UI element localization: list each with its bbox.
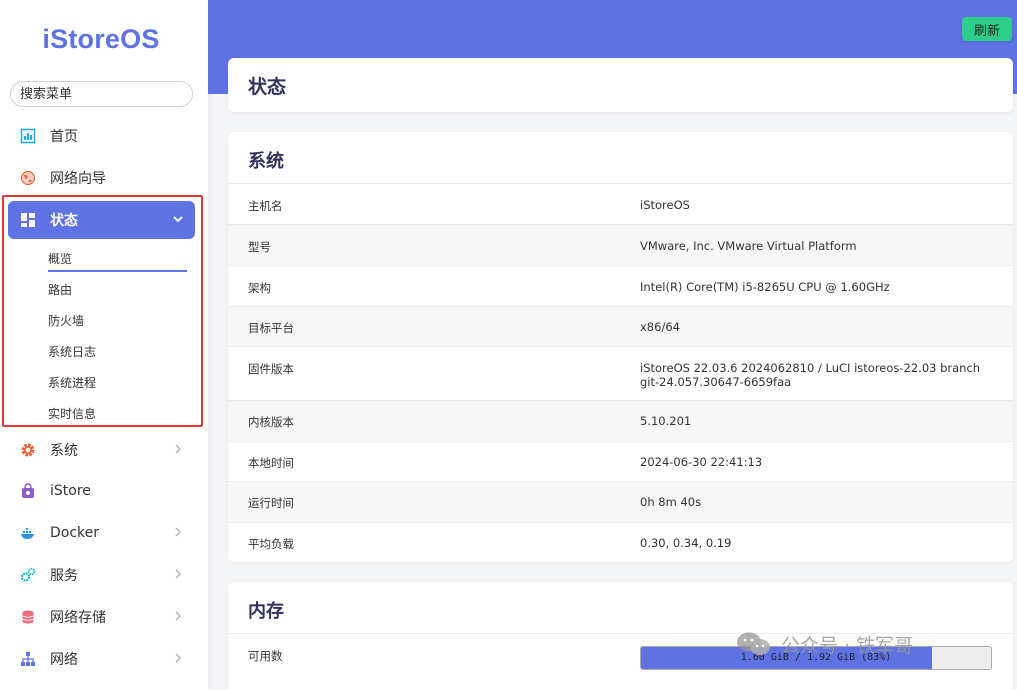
- table-row: 平均负载 0.30, 0.34, 0.19: [228, 522, 1013, 562]
- chevron-right-icon: [171, 525, 185, 539]
- sidebar-item-istore[interactable]: iStore: [8, 472, 195, 510]
- page-title-card: 状态: [228, 58, 1013, 112]
- sidebar-item-label: 网络: [50, 649, 78, 669]
- watermark: 公众号 · 铁军哥: [735, 630, 913, 658]
- submenu-firewall[interactable]: 防火墙: [48, 312, 84, 329]
- row-value: 5.10.201: [640, 414, 990, 428]
- system-section-title: 系统: [248, 147, 284, 173]
- gear-icon: [20, 442, 36, 458]
- sidebar-item-label: 服务: [50, 565, 78, 585]
- chevron-right-icon: [171, 609, 185, 623]
- table-row: 目标平台 x86/64: [228, 306, 1013, 346]
- sidebar-item-label: 网络向导: [50, 168, 106, 188]
- row-value: 0h 8m 40s: [640, 495, 990, 509]
- row-value: 0.30, 0.34, 0.19: [640, 536, 990, 550]
- sidebar-item-label: 首页: [50, 126, 78, 146]
- submenu-overview[interactable]: 概览: [48, 250, 72, 267]
- sidebar-item-status[interactable]: 状态: [8, 201, 195, 239]
- row-key: 运行时间: [248, 495, 294, 511]
- dashboard-chart-icon: [20, 128, 36, 144]
- table-row: 固件版本 iStoreOS 22.03.6 2024062810 / LuCI …: [228, 346, 1013, 400]
- row-key: 本地时间: [248, 455, 294, 471]
- row-key: 平均负载: [248, 536, 294, 552]
- database-icon: [20, 609, 36, 625]
- wechat-icon: [735, 630, 773, 658]
- grid-dashboard-icon: [20, 212, 36, 228]
- search-menu-input[interactable]: [10, 81, 193, 107]
- sidebar-item-services[interactable]: 服务: [8, 556, 195, 594]
- sidebar: iStoreOS 首页 网络向导 状态 概览 路由 防火墙 系统日志 系统进程 …: [0, 0, 208, 690]
- sidebar-item-label: Docker: [50, 525, 99, 541]
- table-row: 型号 VMware, Inc. VMware Virtual Platform: [228, 224, 1013, 265]
- row-key: 型号: [248, 239, 271, 255]
- sidebar-item-home[interactable]: 首页: [8, 117, 195, 155]
- sidebar-item-network-wizard[interactable]: 网络向导: [8, 159, 195, 197]
- sidebar-item-label: 状态: [50, 210, 78, 230]
- row-key: 固件版本: [248, 361, 294, 377]
- row-key: 架构: [248, 280, 271, 296]
- row-key: 主机名: [248, 198, 283, 214]
- store-bag-icon: [20, 483, 36, 499]
- network-tree-icon: [20, 651, 36, 667]
- sidebar-item-label: iStore: [50, 483, 91, 499]
- gears-icon: [20, 567, 36, 583]
- row-value: 2024-06-30 22:41:13: [640, 455, 990, 469]
- memory-section-title: 内存: [248, 597, 284, 623]
- row-key: 内核版本: [248, 414, 294, 430]
- chevron-right-icon: [171, 651, 185, 665]
- sidebar-item-label: 系统: [50, 440, 78, 460]
- table-row: 内核版本 5.10.201: [228, 400, 1013, 441]
- row-value: Intel(R) Core(TM) i5-8265U CPU @ 1.60GHz: [640, 280, 990, 294]
- row-value: VMware, Inc. VMware Virtual Platform: [640, 239, 990, 253]
- table-row: 架构 Intel(R) Core(TM) i5-8265U CPU @ 1.60…: [228, 265, 1013, 306]
- sidebar-item-docker[interactable]: Docker: [8, 514, 195, 552]
- row-value: iStoreOS: [640, 198, 990, 212]
- chevron-right-icon: [171, 442, 185, 456]
- watermark-text: 公众号 · 铁军哥: [781, 631, 913, 658]
- submenu-routes[interactable]: 路由: [48, 281, 72, 298]
- row-value: x86/64: [640, 320, 990, 334]
- chevron-down-icon: [171, 212, 185, 226]
- submenu-processes[interactable]: 系统进程: [48, 374, 96, 391]
- system-card: 系统 主机名 iStoreOS 型号 VMware, Inc. VMware V…: [228, 132, 1013, 562]
- sidebar-item-system[interactable]: 系统: [8, 431, 195, 469]
- row-key: 可用数: [248, 648, 283, 664]
- submenu-system-log[interactable]: 系统日志: [48, 343, 96, 360]
- row-value: iStoreOS 22.03.6 2024062810 / LuCI istor…: [640, 361, 990, 389]
- submenu-realtime[interactable]: 实时信息: [48, 405, 96, 422]
- app-logo[interactable]: iStoreOS: [0, 24, 202, 55]
- table-row: 本地时间 2024-06-30 22:41:13: [228, 441, 1013, 481]
- table-row: 主机名 iStoreOS: [228, 183, 1013, 224]
- page-title: 状态: [248, 72, 286, 99]
- refresh-button[interactable]: 刷新: [962, 17, 1012, 41]
- row-key: 目标平台: [248, 320, 294, 336]
- chevron-right-icon: [171, 567, 185, 581]
- docker-whale-icon: [20, 525, 36, 541]
- sidebar-item-network-storage[interactable]: 网络存储: [8, 598, 195, 636]
- globe-icon: [20, 170, 36, 186]
- sidebar-item-network[interactable]: 网络: [8, 640, 195, 678]
- table-row: 运行时间 0h 8m 40s: [228, 481, 1013, 522]
- sidebar-item-label: 网络存储: [50, 607, 106, 627]
- active-underline: [48, 270, 187, 272]
